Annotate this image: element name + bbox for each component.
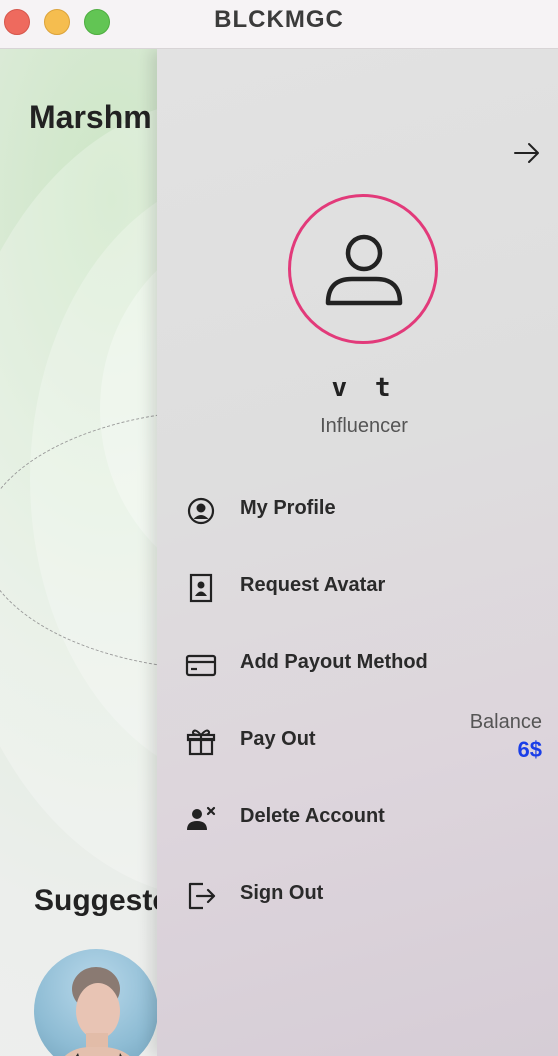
user-name: v t (331, 373, 397, 403)
menu-item-label: Request Avatar (240, 574, 386, 596)
menu-item-label: Add Payout Method (240, 651, 428, 673)
balance-label: Balance (469, 711, 542, 733)
menu-item-sign-out[interactable]: Sign Out (185, 870, 525, 920)
menu-item-label: Delete Account (240, 805, 385, 827)
menu-item-add-payout-method[interactable]: Add Payout Method (185, 639, 525, 689)
sign-out-icon (188, 882, 216, 910)
user-icon (325, 234, 403, 306)
menu-item-label: Sign Out (240, 882, 324, 904)
menu-item-delete-account[interactable]: Delete Account (185, 793, 525, 843)
page-heading: Marshm (29, 99, 152, 135)
menu-item-label: Pay Out (240, 728, 316, 750)
side-drawer: v t Influencer My Profile Request Avatar… (157, 49, 558, 1056)
window-title: BLCKMGC (214, 6, 344, 33)
menu-item-request-avatar[interactable]: Request Avatar (185, 562, 525, 612)
profile-avatar[interactable] (288, 194, 438, 344)
credit-card-icon (185, 654, 217, 677)
suggested-avatar-image[interactable] (34, 949, 158, 1056)
user-role: Influencer (320, 415, 408, 437)
window-titlebar: BLCKMGC (0, 0, 558, 49)
menu-item-my-profile[interactable]: My Profile (185, 485, 525, 535)
balance-value: 6$ (517, 737, 542, 762)
arrow-right-icon[interactable] (512, 139, 542, 167)
user-remove-icon (187, 806, 216, 830)
menu-item-label: My Profile (240, 497, 336, 519)
gift-icon (186, 729, 216, 756)
section-heading: Suggeste (34, 884, 170, 917)
portrait-icon (189, 573, 213, 603)
user-circle-icon (187, 497, 215, 525)
